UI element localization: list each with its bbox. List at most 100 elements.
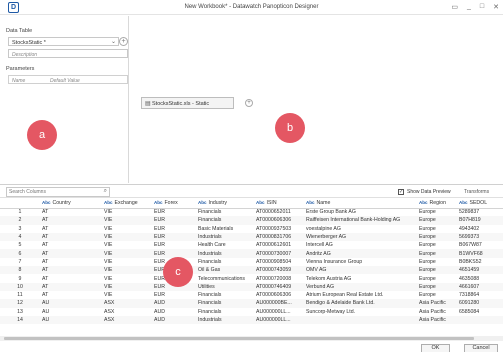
col-header-exchange[interactable]: Abc Exchange xyxy=(102,199,152,209)
table-cell: Raiffeisen International Bank-Holding AG xyxy=(304,216,417,225)
table-cell xyxy=(304,315,417,325)
table-row[interactable]: 1 AT VIE EUR Financials AT0000652011 Erste Gro… xyxy=(0,208,503,217)
table-cell: ASX xyxy=(102,315,152,325)
description-field[interactable]: Description xyxy=(8,49,128,58)
data-table-value: StocksStatic * xyxy=(12,39,46,46)
table-cell: AU000000LL... xyxy=(254,315,304,325)
maximize-icon[interactable]: □ xyxy=(480,3,484,11)
minimize-icon[interactable]: _ xyxy=(467,3,471,11)
col-header-forex[interactable]: Abc Forex xyxy=(152,199,196,209)
annotation-badge-b: b xyxy=(275,113,305,143)
show-preview-checkbox[interactable]: ✓ xyxy=(398,189,404,195)
annotation-badge-c: c xyxy=(163,257,193,287)
table-cell: AT0000937503 xyxy=(254,224,304,233)
left-panel: Data Table StocksStatic * ⌄ + Descriptio… xyxy=(0,16,129,183)
table-cell: AUD xyxy=(152,299,196,308)
table-cell: 6585084 xyxy=(457,307,503,316)
table-cell: EUR xyxy=(152,216,196,225)
window-controls: ▭ _ □ ✕ xyxy=(451,3,499,11)
table-cell: EUR xyxy=(152,290,196,300)
table-cell: Europe xyxy=(417,282,457,291)
col-header-isin[interactable]: Abc ISIN xyxy=(254,199,304,209)
table-cell: AUD xyxy=(152,315,196,325)
data-source-node[interactable]: ▤ StocksStatic.xls - Static xyxy=(141,97,234,109)
table-cell: AT0000831706 xyxy=(254,232,304,242)
table-cell: B0BKS52 xyxy=(457,257,503,267)
table-cell: ASX xyxy=(102,299,152,308)
table-cell: AU000000BE... xyxy=(254,299,304,308)
col-header-country[interactable]: Abc Country xyxy=(40,199,102,209)
table-cell: EUR xyxy=(152,241,196,250)
table-cell: Industrials xyxy=(196,249,254,258)
table-cell: Europe xyxy=(417,232,457,242)
ok-button[interactable]: OK xyxy=(421,344,450,352)
data-preview-grid: Abc Country Abc Exchange Abc Forex Abc Indus… xyxy=(0,199,503,336)
cancel-button[interactable]: Cancel xyxy=(464,344,498,352)
table-row[interactable]: 13 AU ASX AUD Financials AU000000LL... Suncorp… xyxy=(0,307,503,316)
chevron-down-icon[interactable]: ⌄ xyxy=(111,38,116,45)
table-cell: AT xyxy=(40,216,102,225)
row-index: 12 xyxy=(0,299,40,308)
close-icon[interactable]: ✕ xyxy=(493,3,499,11)
table-cell: Europe xyxy=(417,266,457,275)
table-row[interactable]: 12 AU ASX AUD Financials AU000000BE... Bendigo… xyxy=(0,299,503,308)
row-index: 10 xyxy=(0,282,40,291)
row-index: 9 xyxy=(0,274,40,283)
table-cell: Atrium European Real Estate Ltd. xyxy=(304,290,417,300)
table-row[interactable]: 5 AT VIE EUR Health Care AT0000612601 Intercel… xyxy=(0,241,503,250)
table-cell: 4943402 xyxy=(457,224,503,233)
col-header-region[interactable]: Abc Region xyxy=(417,199,457,209)
table-cell: VIE xyxy=(102,266,152,275)
table-cell: 4651459 xyxy=(457,266,503,275)
table-row[interactable]: 2 AT VIE EUR Financials AT0000606306 Raiffeise… xyxy=(0,216,503,225)
table-row[interactable]: 6 AT VIE EUR Industrials AT0000730007 Andritz … xyxy=(0,249,503,258)
transforms-tab[interactable]: Transforms xyxy=(464,189,489,195)
table-cell: Financials xyxy=(196,299,254,308)
row-index: 11 xyxy=(0,290,40,300)
table-cell: OMV AG xyxy=(304,266,417,275)
table-cell: VIE xyxy=(102,274,152,283)
col-header-industry[interactable]: Abc Industry xyxy=(196,199,254,209)
param-col-default: Default Value xyxy=(50,77,80,84)
table-cell: Financials xyxy=(196,208,254,217)
table-cell: Asia Pacific xyxy=(417,315,457,325)
row-index: 14 xyxy=(0,315,40,325)
row-index: 4 xyxy=(0,232,40,242)
restore-icon[interactable]: ▭ xyxy=(451,3,458,11)
data-table-select[interactable]: StocksStatic * ⌄ xyxy=(8,37,119,46)
table-cell: Verbund AG xyxy=(304,282,417,291)
col-header-sedol[interactable]: Abc SEDOL xyxy=(457,199,503,209)
table-cell xyxy=(457,315,503,325)
row-index: 5 xyxy=(0,241,40,250)
table-cell: Wienerberger AG xyxy=(304,232,417,242)
table-row[interactable]: 14 AU ASX AUD Industrials AU000000LL... Asia P… xyxy=(0,315,503,325)
table-cell: Basic Materials xyxy=(196,224,254,233)
search-icon[interactable]: ⌕ xyxy=(104,188,107,195)
add-step-button[interactable]: + xyxy=(245,99,253,107)
table-cell: AU xyxy=(40,299,102,308)
search-columns[interactable]: ⌕ xyxy=(6,187,110,197)
table-row[interactable]: 7 AT VIE EUR Financials AT0000908504 Vienna In… xyxy=(0,257,503,267)
table-cell: Financials xyxy=(196,307,254,316)
table-cell: 4635088 xyxy=(457,274,503,283)
title-bar: D New Workbook* - Datawatch Panopticon D… xyxy=(0,0,503,15)
param-col-name: Name xyxy=(12,77,26,84)
table-row[interactable]: 10 AT VIE EUR Utilities AT0000746409 Verbund A… xyxy=(0,282,503,291)
row-index: 8 xyxy=(0,266,40,275)
table-row[interactable]: 9 AT VIE EUR Telecommunications AT0000720008 T… xyxy=(0,274,503,283)
table-cell: Industrials xyxy=(196,315,254,325)
row-index: 7 xyxy=(0,257,40,267)
table-cell: Bendigo & Adelaide Bank Ltd. xyxy=(304,299,417,308)
table-cell: Telekom Austria AG xyxy=(304,274,417,283)
table-cell: B1WVF68 xyxy=(457,249,503,258)
table-cell: Financials xyxy=(196,290,254,300)
table-row[interactable]: 11 AT VIE EUR Financials AT0000606306 Atrium E… xyxy=(0,290,503,300)
add-table-button[interactable]: + xyxy=(119,37,128,46)
scrollbar-thumb[interactable] xyxy=(4,337,474,340)
table-cell: AT0000746409 xyxy=(254,282,304,291)
table-row[interactable]: 3 AT VIE EUR Basic Materials AT0000937503 voes… xyxy=(0,224,503,233)
search-input[interactable] xyxy=(7,188,93,196)
table-row[interactable]: 4 AT VIE EUR Industrials AT0000831706 Wienerbe… xyxy=(0,232,503,242)
table-row[interactable]: 8 AT VIE EUR Oil & Gas AT0000743059 OMV AG Euro… xyxy=(0,266,503,275)
col-header-name[interactable]: Abc Name xyxy=(304,199,417,209)
